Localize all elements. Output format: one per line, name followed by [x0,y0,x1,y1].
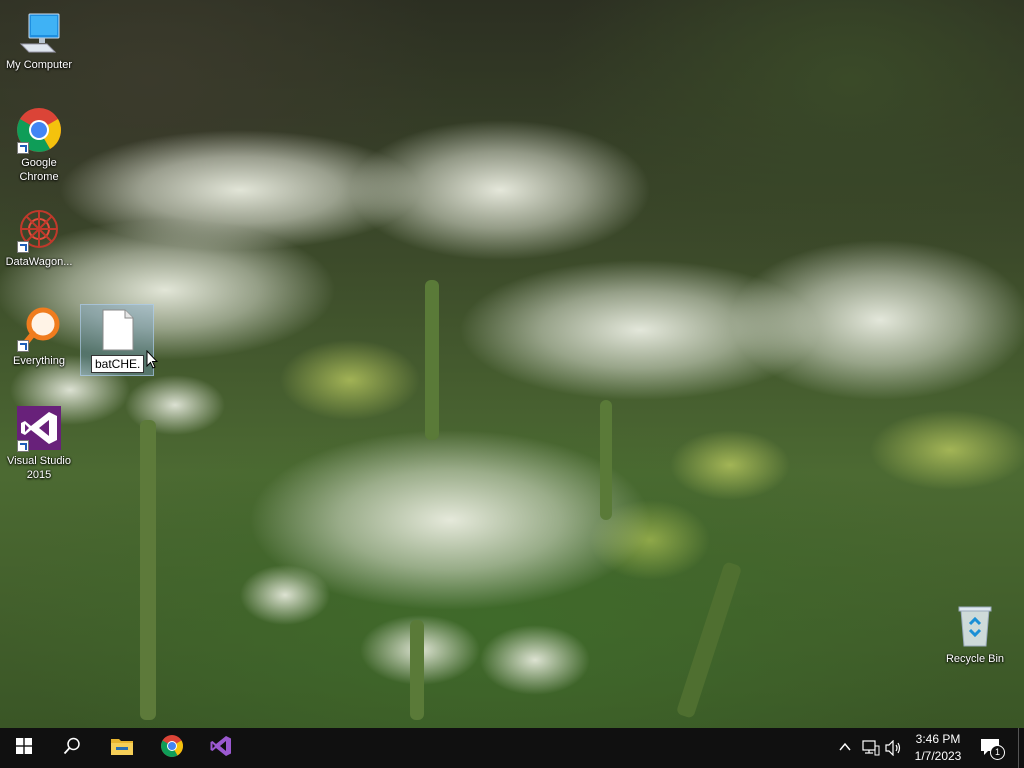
wallpaper-stem [425,280,439,440]
search-button[interactable] [48,728,96,768]
network-button[interactable] [862,740,880,761]
everything-search-icon [15,304,63,352]
tray-overflow-button[interactable] [838,740,852,759]
wallpaper-stem [410,620,424,720]
action-center-button[interactable]: 1 [980,738,1005,760]
computer-icon [15,8,63,56]
shortcut-arrow-icon [17,241,29,253]
file-icon [101,309,135,356]
chrome-icon [160,734,184,763]
taskbar-google-chrome[interactable] [148,728,196,768]
shortcut-arrow-icon [17,142,29,154]
file-rename-input[interactable]: batCHE. [91,355,145,373]
shortcut-arrow-icon [17,340,29,352]
taskbar-file-explorer[interactable] [98,728,146,768]
taskbar-visual-studio[interactable] [197,728,245,768]
selected-file-item[interactable]: batCHE. [80,304,154,376]
wallpaper-stem [675,561,743,719]
desktop-icon-google-chrome[interactable]: Google Chrome [1,106,77,184]
desktop-icon-label: My Computer [5,59,73,71]
desktop-icon-label: Recycle Bin [945,653,1005,665]
visual-studio-icon [209,734,233,763]
wallpaper-stem [600,400,612,520]
desktop-icon-label: Everything [13,355,65,367]
desktop-icon-label: Visual Studio 2015 [6,455,71,481]
windows-start-icon [16,737,32,759]
desktop-icon-label: DataWagon... [5,256,73,268]
search-icon [63,737,81,760]
network-icon [862,740,880,760]
desktop-icon-datawagon[interactable]: DataWagon... [1,205,77,269]
start-button[interactable] [0,728,48,768]
visual-studio-icon [15,404,63,452]
taskbar: 3:46 PM 1/7/2023 1 [0,728,1024,768]
folder-icon [110,736,134,761]
desktop-background[interactable]: My Computer Google Chrome DataWagon... E… [0,0,1024,728]
wallpaper-stem [140,420,156,720]
desktop-icon-recycle-bin[interactable]: Recycle Bin [937,602,1013,666]
volume-button[interactable] [885,739,903,761]
recycle-bin-icon [951,602,999,650]
desktop-icon-everything[interactable]: Everything [1,304,77,368]
desktop-icon-visual-studio[interactable]: Visual Studio 2015 [1,404,77,482]
volume-icon [885,739,903,760]
desktop-icon-label: Google Chrome [19,157,59,183]
shortcut-arrow-icon [17,440,29,452]
clock-date: 1/7/2023 [914,749,962,763]
desktop-icon-my-computer[interactable]: My Computer [1,8,77,72]
datawagon-icon [15,205,63,253]
notification-count-badge: 1 [990,745,1005,760]
show-desktop-button[interactable] [1018,728,1024,768]
mouse-cursor [146,349,159,374]
clock-time: 3:46 PM [915,732,961,746]
chevron-up-icon [838,741,852,758]
chrome-icon [15,106,63,154]
taskbar-clock[interactable]: 3:46 PM 1/7/2023 [906,731,970,765]
